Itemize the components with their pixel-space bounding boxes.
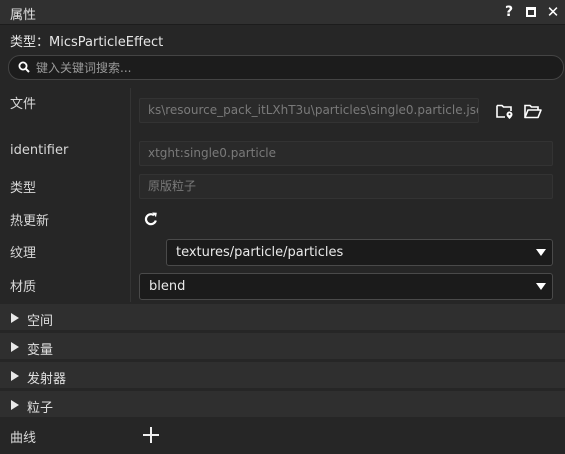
file-label: 文件 bbox=[10, 97, 37, 112]
texture-select-value: textures/particle/particles bbox=[176, 245, 344, 260]
expand-triangle-icon bbox=[11, 371, 19, 381]
section-space[interactable]: 空间 bbox=[0, 303, 565, 331]
refresh-icon bbox=[144, 212, 157, 226]
section-label: 空间 bbox=[27, 314, 54, 329]
section-label: 发射器 bbox=[27, 372, 67, 387]
maximize-icon bbox=[526, 7, 536, 17]
window-title: 属性 bbox=[10, 8, 37, 23]
folder-locate-icon bbox=[496, 104, 513, 119]
open-folder-button[interactable] bbox=[522, 100, 544, 122]
search-box[interactable] bbox=[8, 55, 564, 80]
section-label: 变量 bbox=[27, 343, 54, 358]
search-input[interactable] bbox=[36, 59, 551, 76]
material-select-value: blend bbox=[149, 279, 186, 294]
object-type-label: 类型：MicsParticleEffect bbox=[10, 35, 164, 50]
expand-triangle-icon bbox=[11, 342, 19, 352]
expand-triangle-icon bbox=[11, 313, 19, 323]
dropdown-arrow-icon bbox=[536, 283, 546, 290]
hot-update-button[interactable] bbox=[140, 208, 162, 230]
title-bar: 属性 ? ✕ bbox=[0, 0, 565, 25]
identifier-field: xtght:single0.particle bbox=[139, 141, 553, 166]
particle-type-field: 原版粒子 bbox=[139, 174, 553, 199]
identifier-label: identifier bbox=[10, 143, 69, 158]
curve-label: 曲线 bbox=[10, 431, 37, 446]
section-variables[interactable]: 变量 bbox=[0, 332, 565, 360]
help-button[interactable]: ? bbox=[501, 3, 517, 21]
material-select[interactable]: blend bbox=[139, 273, 553, 300]
texture-select[interactable]: textures/particle/particles bbox=[166, 239, 553, 266]
particle-type-label: 类型 bbox=[10, 181, 37, 196]
hot-update-label: 热更新 bbox=[10, 214, 50, 229]
search-icon bbox=[18, 61, 30, 73]
dropdown-arrow-icon bbox=[536, 249, 546, 256]
texture-label: 纹理 bbox=[10, 246, 37, 261]
material-label: 材质 bbox=[10, 280, 37, 295]
file-path-field: ks\resource_pack_itLXhT3u\particles\sing… bbox=[139, 98, 479, 123]
section-particle[interactable]: 粒子 bbox=[0, 390, 565, 418]
section-emitter[interactable]: 发射器 bbox=[0, 361, 565, 389]
help-icon: ? bbox=[504, 4, 514, 20]
expand-triangle-icon bbox=[11, 400, 19, 410]
plus-icon[interactable] bbox=[143, 427, 159, 443]
close-button[interactable]: ✕ bbox=[545, 3, 561, 21]
maximize-button[interactable] bbox=[523, 3, 539, 21]
curve-row: 曲线 bbox=[0, 422, 565, 454]
section-label: 粒子 bbox=[27, 401, 54, 416]
locate-file-button[interactable] bbox=[494, 100, 516, 122]
close-icon: ✕ bbox=[546, 3, 560, 21]
folder-open-icon bbox=[524, 104, 542, 118]
column-divider bbox=[130, 88, 131, 302]
